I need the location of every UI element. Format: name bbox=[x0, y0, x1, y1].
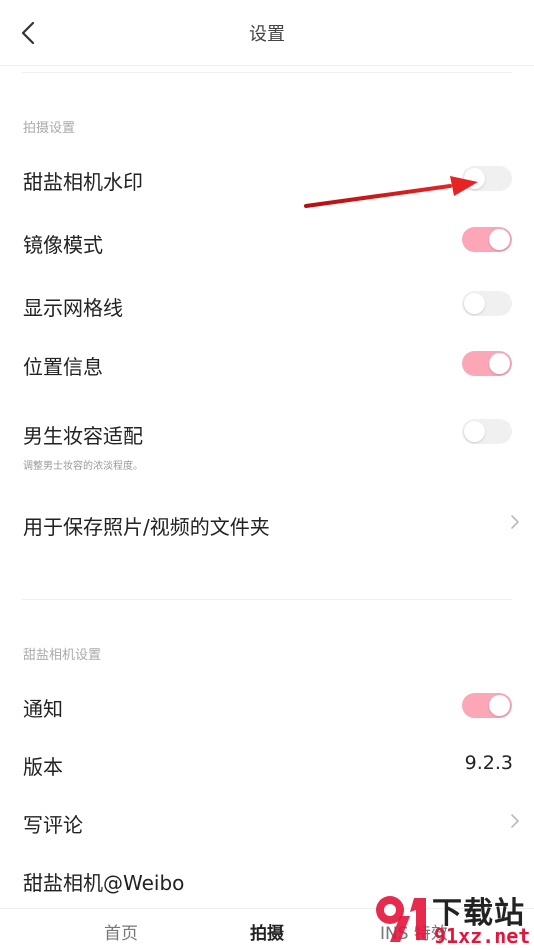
annotation-arrow bbox=[304, 176, 478, 208]
toggle-knob bbox=[489, 353, 510, 374]
site-watermark: 下载站 91xz.net bbox=[370, 884, 534, 950]
version-value: 9.2.3 bbox=[464, 752, 513, 774]
watermark-url: 91xz.net bbox=[434, 924, 531, 948]
header: 设置 bbox=[0, 0, 534, 66]
review-label[interactable]: 写评论 bbox=[23, 809, 83, 838]
mirror-label: 镜像模式 bbox=[23, 233, 103, 257]
divider bbox=[22, 599, 512, 600]
version-label: 版本 bbox=[23, 755, 63, 779]
notify-label: 通知 bbox=[23, 697, 63, 721]
tab-home[interactable]: 首页 bbox=[104, 919, 138, 944]
grid-label: 显示网格线 bbox=[23, 296, 123, 320]
divider bbox=[22, 72, 512, 73]
location-toggle[interactable] bbox=[462, 351, 512, 376]
chevron-right-icon[interactable] bbox=[508, 812, 522, 830]
toggle-knob bbox=[464, 293, 485, 314]
watermark-label: 甜盐相机水印 bbox=[23, 170, 143, 194]
toggle-knob bbox=[489, 229, 510, 250]
site-logo-icon bbox=[376, 896, 426, 942]
mirror-toggle[interactable] bbox=[462, 227, 512, 252]
toggle-knob bbox=[464, 421, 485, 442]
page-title: 设置 bbox=[249, 24, 285, 45]
notify-toggle[interactable] bbox=[462, 693, 512, 718]
male-makeup-sub: 调整男士妆容的浓淡程度。 bbox=[23, 461, 143, 472]
toggle-knob bbox=[489, 695, 510, 716]
weibo-label[interactable]: 甜盐相机@Weibo bbox=[23, 867, 184, 896]
save-folder-label[interactable]: 用于保存照片/视频的文件夹 bbox=[23, 511, 270, 540]
tab-shoot[interactable]: 拍摄 bbox=[250, 919, 284, 944]
section-title-shoot: 拍摄设置 bbox=[23, 121, 76, 136]
male-makeup-label: 男生妆容适配 bbox=[23, 424, 143, 448]
grid-toggle[interactable] bbox=[462, 291, 512, 316]
chevron-right-icon[interactable] bbox=[508, 513, 522, 531]
location-label: 位置信息 bbox=[23, 355, 103, 379]
male-makeup-toggle[interactable] bbox=[462, 419, 512, 444]
section-title-app: 甜盐相机设置 bbox=[23, 648, 102, 663]
